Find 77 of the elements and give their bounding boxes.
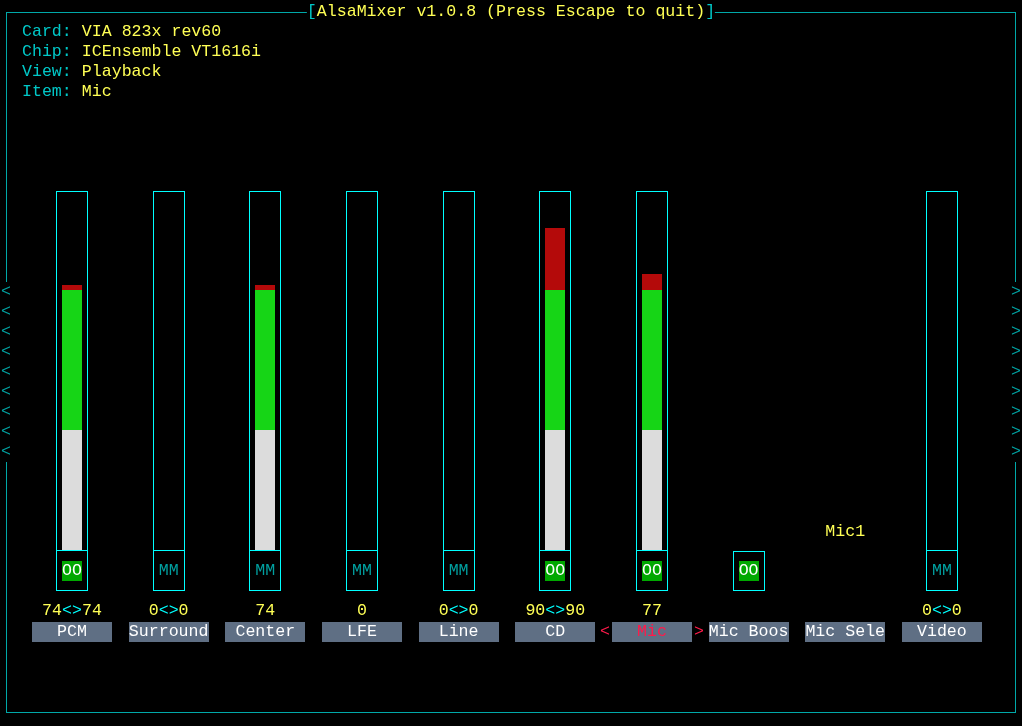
enum-value: Mic1 <box>825 522 866 542</box>
title-bracket: ] <box>705 2 716 22</box>
scroll-right-indicator: > <box>1011 402 1021 422</box>
switch-box[interactable]: OO <box>732 551 765 591</box>
volume-value: 74 <box>255 601 276 621</box>
volume-value: 0 <box>357 601 367 621</box>
scroll-left-indicator: < <box>1 342 11 362</box>
channel-label[interactable]: Video <box>901 622 982 642</box>
volume-value: 0 <box>178 601 189 621</box>
volume-value: 0 <box>468 601 479 621</box>
scroll-left-indicator: < <box>1 422 11 442</box>
scroll-right-indicator: > <box>1011 342 1021 362</box>
volume-value: 90 <box>525 601 546 621</box>
channel-label[interactable]: PCM <box>32 622 112 642</box>
mute-switch[interactable]: MM <box>158 560 179 581</box>
meter-track[interactable] <box>442 191 475 551</box>
info-value: Mic <box>81 82 112 102</box>
scroll-right-indicator: > <box>1011 282 1021 302</box>
channel-label[interactable]: Surround <box>128 622 209 642</box>
mute-switch[interactable]: MM <box>448 560 469 581</box>
volume-value: 0 <box>921 601 932 621</box>
mute-switch[interactable]: MM <box>352 560 372 581</box>
channel-label[interactable]: LFE <box>321 622 402 642</box>
volume-value: 0 <box>951 601 962 621</box>
info-value: ICEnsemble VT1616i <box>81 42 262 62</box>
mute-switch[interactable]: OO <box>738 561 759 581</box>
window-title: AlsaMixer v1.0.8 (Press Escape to quit) <box>316 2 706 22</box>
scroll-left-indicator: < <box>1 362 11 382</box>
mute-switch[interactable]: MM <box>255 560 276 581</box>
meter-track[interactable] <box>925 191 958 551</box>
info-value: Playback <box>81 62 162 82</box>
balance-separator: <> <box>448 601 469 621</box>
channel-label[interactable]: Mic Sele <box>805 622 886 642</box>
balance-separator: <> <box>158 601 179 621</box>
scroll-right-indicator: > <box>1011 382 1021 402</box>
volume-value: 0 <box>438 601 449 621</box>
scroll-left-indicator: < <box>1 402 11 422</box>
info-label: View: <box>22 62 72 82</box>
volume-value: 74 <box>81 601 102 621</box>
scroll-right-indicator: > <box>1011 302 1021 322</box>
channel-label[interactable]: Line <box>418 622 499 642</box>
volume-value: 74 <box>42 601 63 621</box>
volume-value: 77 <box>641 601 662 621</box>
info-value: VIA 823x rev60 <box>81 22 222 42</box>
balance-separator: <> <box>62 601 82 621</box>
meter-track[interactable] <box>539 191 572 551</box>
balance-separator: <> <box>931 601 952 621</box>
info-label: Card: <box>22 22 72 42</box>
title-bracket: [ <box>306 2 317 22</box>
channel-label[interactable]: CD <box>515 622 596 642</box>
meter-track[interactable] <box>152 191 185 551</box>
scroll-right-indicator: > <box>1011 362 1021 382</box>
scroll-left-indicator: < <box>1 322 11 342</box>
channel-label[interactable]: Center <box>225 622 306 642</box>
scroll-left-indicator: < <box>1 382 11 402</box>
meter-track[interactable] <box>635 191 668 551</box>
channel-label[interactable]: Mic Boos <box>708 622 789 642</box>
scroll-right-indicator: > <box>1011 422 1021 442</box>
selection-marker: < <box>599 622 610 642</box>
meter-track[interactable] <box>56 191 88 551</box>
scroll-right-indicator: > <box>1011 442 1021 462</box>
mute-switch[interactable]: OO <box>641 560 662 581</box>
scroll-right-indicator: > <box>1011 322 1021 342</box>
mute-switch[interactable]: MM <box>931 560 952 581</box>
scroll-left-indicator: < <box>1 302 11 322</box>
info-label: Item: <box>22 82 72 102</box>
meter-track[interactable] <box>249 191 282 551</box>
info-label: Chip: <box>22 42 72 62</box>
balance-separator: <> <box>545 601 566 621</box>
selection-marker: > <box>693 622 704 642</box>
volume-value: 0 <box>148 601 159 621</box>
volume-value: 90 <box>565 601 586 621</box>
scroll-left-indicator: < <box>1 282 11 302</box>
mute-switch[interactable]: OO <box>62 560 82 581</box>
mute-switch[interactable]: OO <box>545 560 566 581</box>
meter-track[interactable] <box>345 191 378 551</box>
scroll-left-indicator: < <box>1 442 11 462</box>
